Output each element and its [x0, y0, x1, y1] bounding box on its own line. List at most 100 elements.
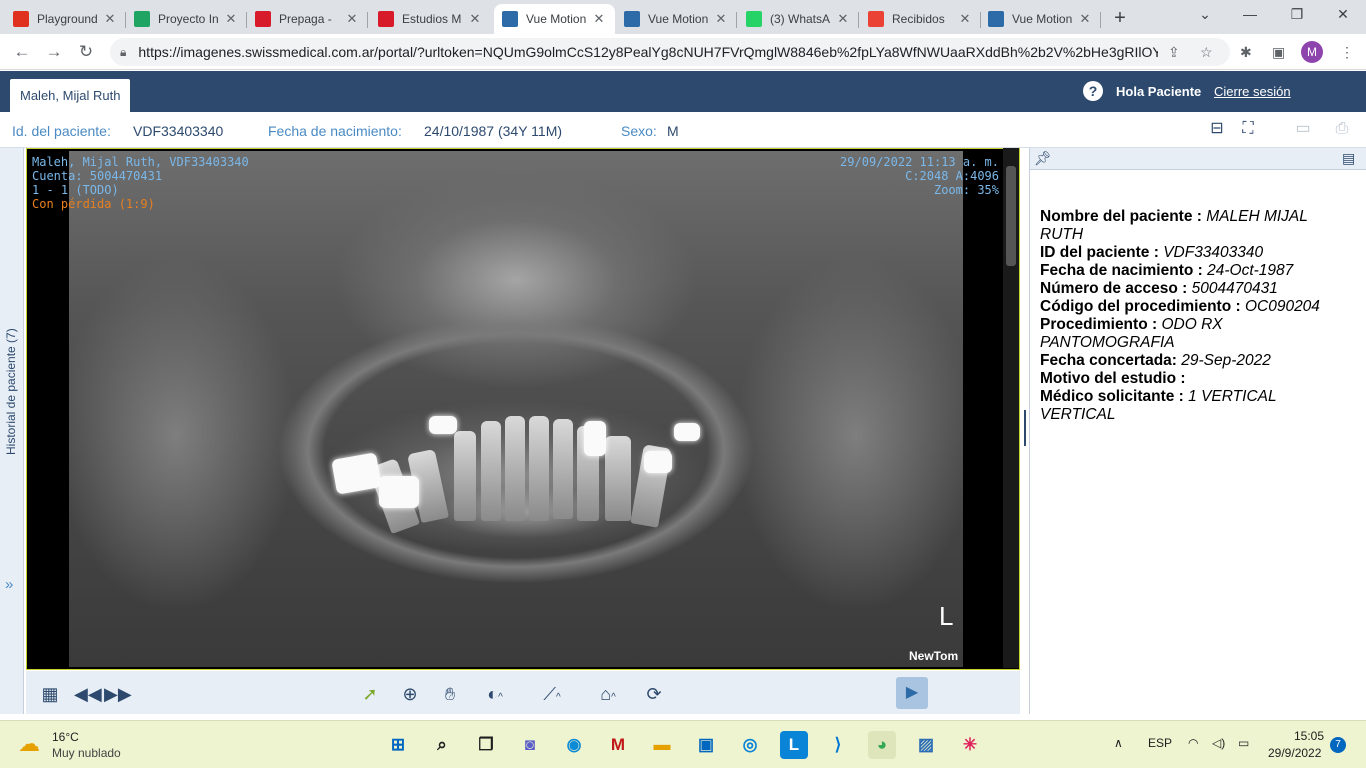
- select-pointer-icon[interactable]: ➚: [358, 683, 382, 705]
- browser-tab[interactable]: Vue Motion ✕: [494, 4, 615, 34]
- close-window-button[interactable]: ✕: [1328, 6, 1358, 23]
- tab-title: Recibidos: [892, 12, 945, 26]
- language-indicator[interactable]: ESP: [1148, 736, 1172, 750]
- browser-tab[interactable]: Vue Motion ✕: [980, 4, 1101, 34]
- close-tab-icon[interactable]: ✕: [591, 11, 607, 27]
- tab-search-icon[interactable]: ⌄: [1190, 6, 1220, 23]
- slack-icon[interactable]: ✳: [956, 731, 984, 759]
- teams-chat-icon[interactable]: ◙: [516, 731, 544, 759]
- study-info-panel: 📌︎ ▤ Nombre del paciente : MALEH MIJAL R…: [1029, 148, 1366, 714]
- task-view-icon[interactable]: ❐: [472, 731, 500, 759]
- restore-button[interactable]: ❐: [1282, 6, 1312, 23]
- reset-icon[interactable]: ⟳: [642, 683, 666, 705]
- save-icon[interactable]: ▭: [1292, 118, 1314, 140]
- tray-chevron-icon[interactable]: ∧: [1114, 736, 1123, 750]
- temperature[interactable]: 16°C: [52, 730, 79, 744]
- mcafee-icon[interactable]: M: [604, 731, 632, 759]
- pin-icon[interactable]: 📌︎: [1034, 150, 1052, 167]
- expand-history-icon[interactable]: »: [5, 576, 13, 593]
- share-icon[interactable]: ⇪: [1168, 44, 1180, 61]
- tab-separator: [736, 12, 737, 28]
- address-bar[interactable]: 🔒︎ https://imagenes.swissmedical.com.ar/…: [110, 38, 1230, 66]
- play-cine-button[interactable]: ▶: [896, 677, 928, 709]
- close-tab-icon[interactable]: ✕: [344, 11, 360, 27]
- photos-icon[interactable]: ▨: [912, 731, 940, 759]
- browser-tab[interactable]: Vue Motion ✕: [616, 4, 737, 34]
- patient-history-label[interactable]: Historial de paciente (7): [4, 328, 18, 455]
- browser-tab[interactable]: Recibidos ✕: [860, 4, 981, 34]
- next-image-icon[interactable]: ▶▶: [104, 683, 132, 705]
- zoom-icon[interactable]: ⊕: [398, 683, 422, 705]
- browser-tab[interactable]: (3) WhatsA ✕: [738, 4, 859, 34]
- battery-icon[interactable]: ▭: [1238, 736, 1249, 750]
- print-icon[interactable]: ⎙: [1331, 118, 1353, 140]
- logout-link[interactable]: Cierre sesión: [1214, 84, 1291, 99]
- profile-avatar[interactable]: M: [1301, 41, 1323, 63]
- detail-row: Médico solicitante : 1 VERTICAL VERTICAL: [1040, 388, 1350, 424]
- app-header: Maleh, Mijal Ruth ? Hola Paciente Cierre…: [0, 71, 1366, 112]
- start-windows-icon[interactable]: ⊞: [384, 731, 412, 759]
- cloud-weather-icon[interactable]: ☁︎: [18, 731, 40, 757]
- overlay-window-level: C:2048 A:4096: [905, 169, 999, 183]
- notification-badge[interactable]: 7: [1330, 737, 1346, 753]
- edge-browser-icon[interactable]: ◉: [560, 731, 588, 759]
- volume-icon[interactable]: ◁): [1212, 736, 1225, 750]
- browser-tab[interactable]: Playground ✕: [5, 4, 126, 34]
- annotate-icon[interactable]: ⌂^: [588, 683, 628, 705]
- bookmark-star-icon[interactable]: ☆: [1200, 44, 1213, 61]
- patient-card-icon[interactable]: ⊟: [1206, 118, 1228, 140]
- close-tab-icon[interactable]: ✕: [957, 11, 973, 27]
- study-details-list: Nombre del paciente : MALEH MIJAL RUTH ID…: [1040, 208, 1350, 424]
- extensions-icon[interactable]: ✱: [1240, 44, 1252, 61]
- close-tab-icon[interactable]: ✕: [835, 11, 851, 27]
- close-tab-icon[interactable]: ✕: [223, 11, 239, 27]
- fit-screen-icon[interactable]: ⛶: [1237, 118, 1259, 140]
- help-icon[interactable]: ?: [1083, 81, 1103, 101]
- image-viewer[interactable]: Maleh, Mijal Ruth, VDF33403340 Cuenta: 5…: [26, 148, 1020, 670]
- vue-motion-icon: [624, 11, 640, 27]
- detail-label: ID del paciente :: [1040, 244, 1159, 261]
- forward-button[interactable]: →: [42, 40, 66, 64]
- close-tab-icon[interactable]: ✕: [1077, 11, 1093, 27]
- pan-hand-icon[interactable]: ✋︎: [438, 683, 462, 705]
- viewer-toolbar: ▦ ◀◀ ▶▶ ➚ ⊕ ✋︎ ◐^ ⟋^ ⌂^ ⟳ ▶: [26, 671, 1020, 714]
- launcher-l-icon[interactable]: L: [780, 731, 808, 759]
- vscode-icon[interactable]: ⟩: [824, 731, 852, 759]
- window-level-icon[interactable]: ◐^: [478, 683, 512, 705]
- url-text[interactable]: https://imagenes.swissmedical.com.ar/por…: [138, 44, 1158, 60]
- clock-date[interactable]: 29/9/2022: [1268, 746, 1321, 760]
- previous-image-icon[interactable]: ◀◀: [74, 683, 102, 705]
- search-icon[interactable]: ⌕: [428, 731, 456, 759]
- close-tab-icon[interactable]: ✕: [713, 11, 729, 27]
- clock-time[interactable]: 15:05: [1290, 729, 1324, 743]
- browser-tab[interactable]: Proyecto In ✕: [126, 4, 247, 34]
- weather-description[interactable]: Muy nublado: [52, 746, 121, 760]
- menu-kebab-icon[interactable]: ⋮: [1340, 44, 1354, 61]
- chrome-icon[interactable]: ◕: [868, 731, 896, 759]
- panel-options-icon[interactable]: ▤: [1342, 150, 1355, 167]
- wifi-icon[interactable]: ◠: [1188, 736, 1198, 750]
- patient-history-panel[interactable]: Historial de paciente (7) »: [0, 148, 24, 714]
- drive-icon: [134, 11, 150, 27]
- detail-row: ID del paciente : VDF33403340: [1040, 244, 1350, 262]
- browser-tab[interactable]: Estudios M ✕: [370, 4, 491, 34]
- scrollbar-thumb[interactable]: [1006, 166, 1016, 266]
- layout-grid-icon[interactable]: ▦: [38, 683, 62, 705]
- close-tab-icon[interactable]: ✕: [102, 11, 118, 27]
- file-explorer-icon[interactable]: ▬: [648, 731, 676, 759]
- new-tab-button[interactable]: +: [1110, 7, 1130, 30]
- store-icon[interactable]: ▣: [692, 731, 720, 759]
- close-tab-icon[interactable]: ✕: [467, 11, 483, 27]
- measure-icon[interactable]: ⟋^: [532, 683, 572, 705]
- minimize-button[interactable]: —: [1235, 6, 1265, 22]
- side-panel-icon[interactable]: ▣: [1272, 44, 1285, 61]
- back-button[interactable]: ←: [10, 40, 34, 64]
- patient-tab[interactable]: Maleh, Mijal Ruth: [10, 79, 131, 112]
- panoramic-xray-image[interactable]: [69, 151, 963, 667]
- app-icon[interactable]: ◎: [736, 731, 764, 759]
- panel-splitter[interactable]: [1024, 410, 1026, 446]
- viewer-scrollbar[interactable]: [1003, 148, 1019, 668]
- reload-button[interactable]: ↻: [74, 40, 98, 64]
- detail-value: OC090204: [1244, 298, 1320, 315]
- browser-tab[interactable]: Prepaga - ✕: [247, 4, 368, 34]
